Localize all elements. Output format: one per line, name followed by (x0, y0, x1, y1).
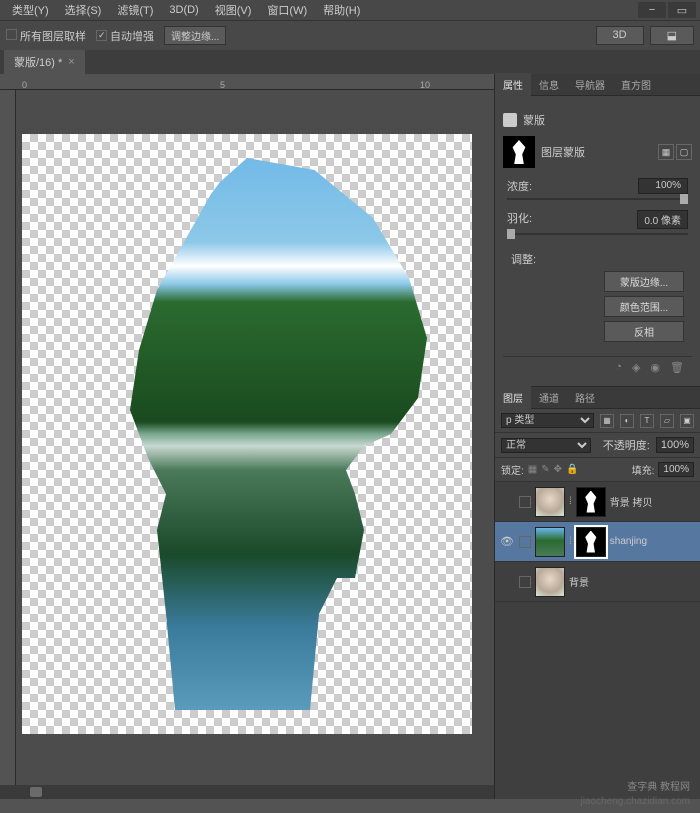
layer-row[interactable]: 背景 (495, 562, 700, 602)
pixel-mask-button[interactable]: ▦ (658, 144, 674, 160)
filter-image-icon[interactable]: ▦ (600, 414, 614, 428)
fill-value[interactable]: 100% (658, 462, 694, 477)
visibility-toggle[interactable]: 👁 (499, 535, 515, 548)
link-icon: ⁞ (569, 536, 572, 547)
layers-panel: 图层 通道 路径 p 类型 ▦ ◐ T ▱ ▣ 正常 不透明度: 100% 锁定… (495, 386, 700, 799)
layer-checkbox[interactable] (519, 536, 531, 548)
right-panels: 属性 信息 导航器 直方图 蒙版 图层蒙版 ▦ ▢ 浓度: 100% (494, 74, 700, 799)
load-selection-icon[interactable]: ◔ (615, 361, 622, 374)
vertical-ruler (0, 90, 16, 799)
lock-position-icon[interactable]: ✥ (554, 464, 562, 475)
artwork-silhouette (22, 134, 472, 734)
properties-panel: 蒙版 图层蒙版 ▦ ▢ 浓度: 100% 羽化: 0. (495, 96, 700, 386)
mask-icon (503, 113, 517, 127)
restore-button[interactable]: ▭ (668, 2, 696, 18)
layer-checkbox[interactable] (519, 576, 531, 588)
adjust-label: 调整: (511, 254, 536, 266)
feather-value[interactable]: 0.0 像素 (637, 210, 688, 229)
tab-info[interactable]: 信息 (531, 73, 567, 96)
menu-select[interactable]: 选择(S) (57, 0, 110, 20)
layer-name[interactable]: 背景 (569, 574, 589, 589)
delete-mask-icon[interactable]: 🗑 (670, 361, 684, 374)
minimize-button[interactable]: − (638, 2, 666, 18)
layer-thumbnail[interactable] (535, 487, 565, 517)
opacity-label: 不透明度: (603, 437, 650, 453)
layer-name[interactable]: 背景 拷贝 (610, 494, 653, 509)
sample-all-layers-checkbox[interactable]: 所有图层取样 (6, 28, 86, 44)
layer-filter-kind[interactable]: p 类型 (501, 413, 594, 428)
density-label: 浓度: (507, 178, 532, 194)
tab-histogram[interactable]: 直方图 (613, 73, 659, 96)
menu-3d[interactable]: 3D(D) (161, 2, 206, 18)
color-range-button[interactable]: 颜色范围... (604, 296, 684, 317)
opacity-value[interactable]: 100% (656, 437, 694, 453)
tab-properties[interactable]: 属性 (495, 73, 531, 96)
canvas[interactable] (22, 134, 472, 734)
layer-thumbnail[interactable] (535, 567, 565, 597)
mask-edge-button[interactable]: 蒙版边缘... (604, 271, 684, 292)
filter-type-icon[interactable]: T (640, 414, 654, 428)
lock-image-icon[interactable]: ✎ (541, 464, 549, 475)
properties-panel-tabs: 属性 信息 导航器 直方图 (495, 74, 700, 96)
menu-window[interactable]: 窗口(W) (259, 0, 315, 20)
layer-row[interactable]: ⁞ 背景 拷贝 (495, 482, 700, 522)
document-tab[interactable]: 蒙版/16) * × (4, 50, 85, 74)
mask-thumbnail[interactable] (576, 527, 606, 557)
horizontal-scrollbar[interactable] (30, 787, 42, 797)
ruler-tick: 5 (220, 80, 225, 90)
mask-type-label: 图层蒙版 (541, 144, 585, 160)
watermark-url: jiaocheng.chazidian.com (580, 796, 690, 807)
tab-channels[interactable]: 通道 (531, 386, 567, 409)
properties-footer: ◔ ◈ ◉ 🗑 (503, 356, 692, 378)
menu-type[interactable]: 类型(Y) (4, 0, 57, 20)
lock-label: 锁定: (501, 462, 524, 477)
horizontal-ruler: 0 5 10 (0, 74, 494, 90)
tab-navigator[interactable]: 导航器 (567, 73, 613, 96)
menu-filter[interactable]: 滤镜(T) (109, 0, 161, 20)
ruler-tick: 10 (420, 80, 430, 90)
view-mode-button[interactable]: ⬓ (650, 26, 694, 45)
tab-paths[interactable]: 路径 (567, 386, 603, 409)
canvas-area[interactable]: 0 5 10 (0, 74, 494, 799)
vector-mask-button[interactable]: ▢ (676, 144, 692, 160)
feather-label: 羽化: (507, 210, 532, 229)
invert-button[interactable]: 反相 (604, 321, 684, 342)
density-slider[interactable]: 浓度: 100% (507, 178, 688, 200)
watermark: 查字典 教程网 (627, 778, 690, 793)
layer-name[interactable]: shanjing (610, 536, 647, 547)
mask-thumbnail (503, 136, 535, 168)
layer-checkbox[interactable] (519, 496, 531, 508)
3d-mode-button[interactable]: 3D (596, 26, 644, 45)
layer-thumbnail[interactable] (535, 527, 565, 557)
filter-adjust-icon[interactable]: ◐ (620, 414, 634, 428)
mask-thumbnail[interactable] (576, 487, 606, 517)
lock-transparent-icon[interactable]: ▦ (528, 464, 537, 475)
disable-mask-icon[interactable]: ◉ (650, 361, 660, 374)
feather-slider[interactable]: 羽化: 0.0 像素 (507, 210, 688, 235)
refine-edge-button[interactable]: 调整边缘... (164, 26, 226, 45)
close-tab-icon[interactable]: × (68, 56, 74, 68)
fill-label: 填充: (632, 462, 655, 477)
menu-view[interactable]: 视图(V) (207, 0, 260, 20)
tab-layers[interactable]: 图层 (495, 386, 531, 409)
blend-mode-select[interactable]: 正常 (501, 438, 591, 453)
filter-shape-icon[interactable]: ▱ (660, 414, 674, 428)
document-tab-bar: 蒙版/16) * × (0, 50, 700, 74)
auto-enhance-checkbox[interactable]: 自动增强 (96, 28, 154, 44)
layer-row[interactable]: 👁 ⁞ shanjing (495, 522, 700, 562)
ruler-tick: 0 (22, 80, 27, 90)
options-bar: 所有图层取样 自动增强 调整边缘... 3D ⬓ (0, 20, 700, 50)
layer-list: ⁞ 背景 拷贝 👁 ⁞ shanjing 背景 (495, 482, 700, 799)
menu-help[interactable]: 帮助(H) (315, 0, 368, 20)
apply-mask-icon[interactable]: ◈ (632, 361, 640, 374)
filter-smart-icon[interactable]: ▣ (680, 414, 694, 428)
document-tab-title: 蒙版/16) * (14, 54, 62, 70)
menu-bar: 类型(Y) 选择(S) 滤镜(T) 3D(D) 视图(V) 窗口(W) 帮助(H… (0, 0, 700, 20)
density-value[interactable]: 100% (638, 178, 688, 194)
lock-all-icon[interactable]: 🔒 (566, 464, 578, 475)
link-icon: ⁞ (569, 496, 572, 507)
properties-title: 蒙版 (523, 112, 545, 128)
